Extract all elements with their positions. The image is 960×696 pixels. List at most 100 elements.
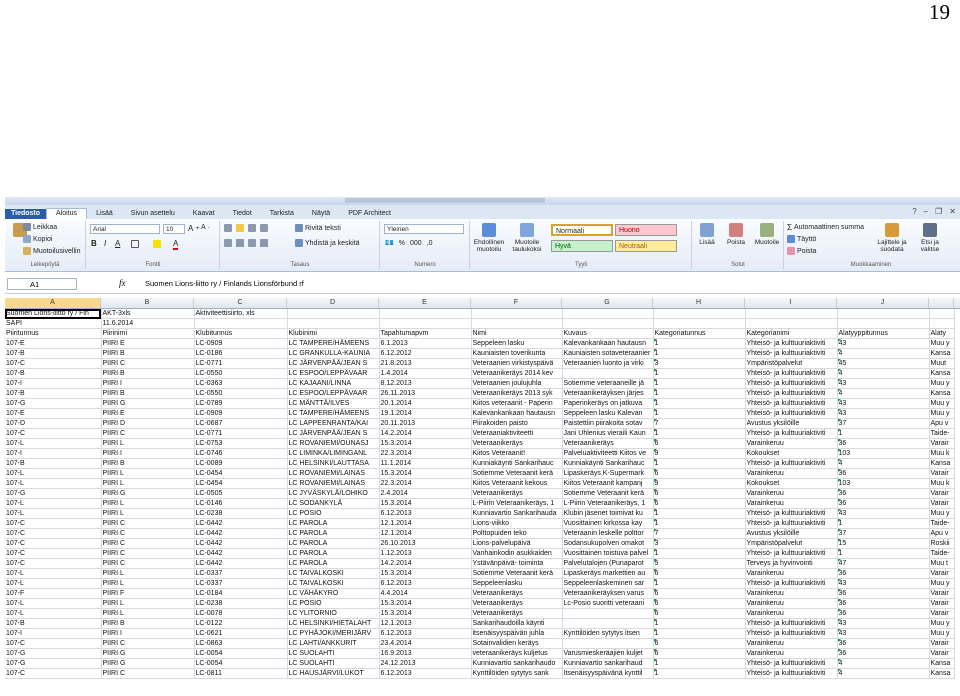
tab-5[interactable]: Tiedot [224,209,261,219]
column-header[interactable]: A [5,298,101,308]
cell[interactable]: Kiitos Veteraanit kekous [471,478,563,489]
cell[interactable]: 1 [653,508,746,519]
cell[interactable]: Veteraanikeräys [471,438,563,449]
cell[interactable]: Yhteisö- ja kulttuuriaktiviti [745,368,838,379]
cell[interactable]: 4 [837,388,930,399]
cell[interactable]: 43 [837,618,930,629]
cell[interactable]: 107-L [5,598,102,609]
cell[interactable]: PIIRI I [101,448,195,459]
cell[interactable] [562,368,654,379]
cell[interactable] [653,309,746,319]
help-icon[interactable]: ? [912,207,916,216]
cell[interactable]: 6 [653,598,746,609]
cell[interactable]: 107-L [5,578,102,589]
cell[interactable]: LC ROVANIEMI/LAINAS [287,478,380,489]
cell[interactable]: PIIRI C [101,548,195,559]
cell[interactable]: Muu y [929,578,955,589]
cell[interactable]: Veteraaniaktiviteetti [471,428,563,439]
cell[interactable]: Paperinkeräys on jatkuva [562,398,654,409]
cell[interactable]: 6.12.2013 [379,668,472,679]
cell[interactable]: Seppeleen lasku [471,338,563,349]
cell[interactable]: PIIRI L [101,608,195,619]
cell[interactable]: 6 [653,608,746,619]
fx-icon[interactable]: fx [119,278,126,288]
cell[interactable]: Muu k [929,478,955,489]
style-good[interactable]: Hyvä [551,240,613,252]
cell[interactable]: LC LAPPEENRANTA/KAI [287,418,380,429]
cell[interactable]: 107-B [5,618,102,629]
font-color-button[interactable]: A [173,239,179,250]
cell[interactable]: Roskii [929,538,955,549]
tab-3[interactable]: Sivun asettelu [122,209,184,219]
cell[interactable]: LC-0089 [194,458,288,469]
cell[interactable]: Apu v [929,418,955,429]
cell[interactable]: PIIRI G [101,648,195,659]
cell[interactable]: Kynttilöiden sytytys itsen [562,628,654,639]
cell[interactable]: LC-0746 [194,448,288,459]
cell[interactable]: Varair [929,468,955,479]
cell[interactable]: PIIRI B [101,368,195,379]
cell[interactable]: 15.3.2014 [379,608,472,619]
italic-button[interactable]: I [104,239,106,248]
cell[interactable]: 43 [837,378,930,389]
cell[interactable]: Itsenäisyyspäivänä kynttil [562,668,654,679]
cell[interactable]: Ystävänpäivä- toiminta [471,558,563,569]
cell[interactable]: 8.12.2013 [379,378,472,389]
cell[interactable]: PIIRI B [101,458,195,469]
cell[interactable]: Varair [929,568,955,579]
cell[interactable]: Veteraanikeräys [562,438,654,449]
cell[interactable]: LC-0078 [194,608,288,619]
font-size-combo[interactable]: 10 [163,224,185,234]
cell[interactable]: Varainkeruu [745,648,838,659]
cell[interactable]: Varair [929,638,955,649]
cell[interactable]: LC PAROLA [287,528,380,539]
cell[interactable]: Varainkeruu [745,608,838,619]
cell[interactable]: PIIRI L [101,598,195,609]
style-neutral[interactable]: Neutraali [615,240,677,252]
cell[interactable]: 107-E [5,408,102,419]
cell[interactable]: 12.1.2014 [379,528,472,539]
cell[interactable]: Palveluaktiviteetti Kiitos ve [562,448,654,459]
cell[interactable]: Varainkeruu [745,468,838,479]
cell[interactable]: PIIRI C [101,558,195,569]
cell[interactable]: Kokoukset [745,448,838,459]
cell[interactable]: Varusmieskeräajien kuljet [562,648,654,659]
cell[interactable]: LC TAMPERE/HÄMEENS [287,408,380,419]
tab-4[interactable]: Kaavat [184,209,224,219]
cell[interactable]: 7 [653,418,746,429]
cell[interactable]: Alaty [929,328,955,339]
cell[interactable] [471,318,563,329]
cell[interactable]: 107-B [5,388,102,399]
cell[interactable]: 15.3.2014 [379,568,472,579]
cell[interactable]: LC-0505 [194,488,288,499]
cell[interactable]: LC-0184 [194,588,288,599]
cell[interactable]: PIIRI B [101,348,195,359]
cell[interactable]: 107-C [5,668,102,679]
cell[interactable]: 6 [653,498,746,509]
cell[interactable]: 36 [837,608,930,619]
cell[interactable]: Sotainvalidien keräys [471,638,563,649]
cell[interactable]: 107-D [5,418,102,429]
cell[interactable]: Muu y [929,508,955,519]
cell[interactable]: 43 [837,628,930,639]
cell[interactable]: 103 [837,448,930,459]
cell[interactable]: Varainkeruu [745,588,838,599]
cell[interactable]: LC SUOLAHTI [287,658,380,669]
column-header[interactable] [929,298,954,308]
cell[interactable]: LC ROVANIEMI/LAINAS [287,468,380,479]
cell[interactable]: Veteraanien virkistyspäivä [471,358,563,369]
cell[interactable]: LC-0863 [194,638,288,649]
cell[interactable]: Klubinimi [287,328,380,339]
cell[interactable] [379,318,472,329]
cell[interactable]: 36 [837,438,930,449]
cell[interactable]: Kategorianimi [745,328,838,339]
cell[interactable]: LC SODANKYLÄ [287,498,380,509]
cell[interactable] [929,309,955,319]
cell[interactable]: Kansa [929,368,955,379]
cell[interactable]: 107-B [5,368,102,379]
tab-6[interactable]: Tarkista [261,209,303,219]
cell[interactable]: 20.1.2014 [379,398,472,409]
cell[interactable]: 6.12.2013 [379,628,472,639]
cell[interactable]: Kansa [929,668,955,679]
cell[interactable]: Kauniaisten toverikunta [471,348,563,359]
